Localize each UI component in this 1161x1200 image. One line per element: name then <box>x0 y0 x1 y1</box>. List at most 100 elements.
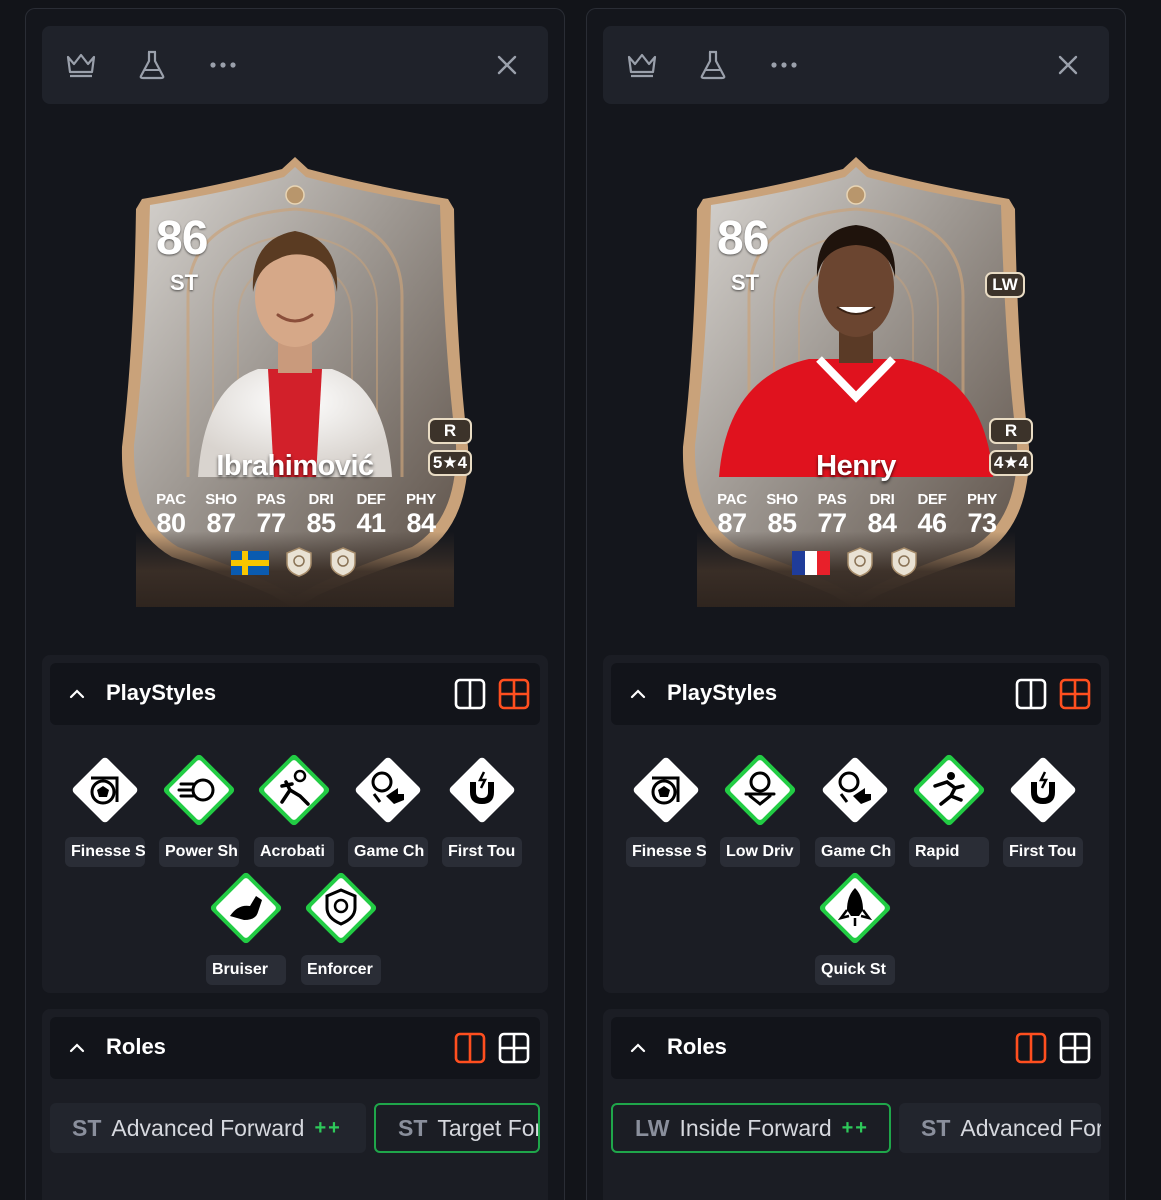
overall-rating: 86 <box>156 212 208 265</box>
acrobatic-icon <box>258 754 330 826</box>
playstyles-section: PlayStyles Finesse S Power Sh Acrobati G… <box>42 655 548 993</box>
stat-pac: PAC 80 <box>148 491 194 538</box>
stat-value: 77 <box>256 508 286 538</box>
role-position: ST <box>72 1114 102 1141</box>
stat-dri: DRI 84 <box>859 491 905 538</box>
stat-label: DEF <box>356 491 386 508</box>
playstyle-first-touch[interactable]: First Tou <box>442 752 522 867</box>
overall-rating: 86 <box>717 212 769 265</box>
role-position: LW <box>635 1114 670 1141</box>
role-name: Advanced Forward <box>111 1114 305 1141</box>
playstyle-label: Rapid <box>909 837 989 867</box>
enforcer-icon <box>305 872 377 944</box>
playstyle-finesse-shot[interactable]: Finesse S <box>626 752 706 867</box>
playstyle-enforcer[interactable]: Enforcer <box>301 870 381 985</box>
grid-view-icon[interactable] <box>497 677 531 711</box>
stat-label: PAC <box>717 491 747 508</box>
chevron-up-icon[interactable] <box>68 685 86 703</box>
stat-sho: SHO 85 <box>759 491 805 538</box>
stat-value: 87 <box>206 508 236 538</box>
playstyle-game-changer[interactable]: Game Ch <box>348 752 428 867</box>
playstyle-first-touch[interactable]: First Tou <box>1003 752 1083 867</box>
role-position: ST <box>921 1114 951 1141</box>
flask-icon[interactable] <box>696 48 730 82</box>
power-shot-icon <box>163 754 235 826</box>
roles-header[interactable]: Roles <box>50 1017 540 1079</box>
stat-label: PAS <box>817 491 847 508</box>
playstyle-label: Bruiser <box>206 955 286 985</box>
stat-label: PHY <box>406 491 436 508</box>
stat-pas: PAS 77 <box>809 491 855 538</box>
role-chip[interactable]: ST Advanced For <box>899 1103 1101 1153</box>
stat-pas: PAS 77 <box>248 491 294 538</box>
flask-icon[interactable] <box>135 48 169 82</box>
playstyle-finesse-shot[interactable]: Finesse S <box>65 752 145 867</box>
first-touch-icon <box>1010 757 1076 823</box>
stat-phy: PHY 84 <box>398 491 444 538</box>
roles-header[interactable]: Roles <box>611 1017 1101 1079</box>
rapid-icon <box>913 754 985 826</box>
player-card[interactable]: 86 ST R 5★4 Ibrahimović PAC 80 SHO 87 PAS 7… <box>118 147 472 607</box>
role-chip[interactable]: ST Advanced Forward ++ <box>50 1103 366 1153</box>
playstyle-low-driven-shot[interactable]: Low Driv <box>720 752 800 867</box>
playstyles-section: PlayStyles Finesse S Low Driv Game Ch Ra… <box>603 655 1109 993</box>
role-plus-indicator: ++ <box>841 1116 869 1139</box>
playstyle-quick-step[interactable]: Quick St <box>815 870 895 985</box>
stat-value: 46 <box>917 508 947 538</box>
stat-phy: PHY 73 <box>959 491 1005 538</box>
grid-view-icon[interactable] <box>497 1031 531 1065</box>
alt-position-badge: LW <box>985 272 1025 298</box>
playstyle-label: Finesse S <box>65 837 145 867</box>
quick-step-icon <box>819 872 891 944</box>
role-chip-selected[interactable]: ST Target For <box>374 1103 540 1153</box>
finesse-shot-icon <box>633 757 699 823</box>
stat-label: DRI <box>308 491 334 508</box>
stat-label: DRI <box>869 491 895 508</box>
two-column-view-icon[interactable] <box>453 677 487 711</box>
role-chip-selected[interactable]: LW Inside Forward ++ <box>611 1103 891 1153</box>
panel-toolbar <box>42 26 548 104</box>
stat-label: SHO <box>205 491 237 508</box>
playstyle-acrobatic[interactable]: Acrobati <box>254 752 334 867</box>
player-panel: 86 ST LW R 4★4 Henry PAC 87 SHO 85 PAS 77 D… <box>586 8 1126 1200</box>
grid-view-icon[interactable] <box>1058 1031 1092 1065</box>
section-title: PlayStyles <box>106 680 217 705</box>
two-column-view-icon[interactable] <box>453 1031 487 1065</box>
player-name: Henry <box>816 450 896 482</box>
stat-value: 84 <box>406 508 436 538</box>
close-icon[interactable] <box>490 48 524 82</box>
chevron-up-icon[interactable] <box>68 1039 86 1057</box>
more-options-icon[interactable] <box>767 48 801 82</box>
player-position: ST <box>731 270 760 295</box>
playstyle-rapid[interactable]: Rapid <box>909 752 989 867</box>
league-emblem-icon <box>847 547 873 577</box>
player-card[interactable]: 86 ST LW R 4★4 Henry PAC 87 SHO 85 PAS 77 D… <box>679 147 1033 607</box>
stat-value: 85 <box>306 508 336 538</box>
club-emblem-icon <box>891 547 917 577</box>
preferred-foot-badge: R <box>989 418 1033 444</box>
stat-value: 77 <box>817 508 847 538</box>
stat-label: PHY <box>967 491 997 508</box>
grid-view-icon[interactable] <box>1058 677 1092 711</box>
stat-def: DEF 41 <box>348 491 394 538</box>
playstyle-label: Game Ch <box>348 837 428 867</box>
crown-icon[interactable] <box>625 48 659 82</box>
role-position: ST <box>398 1114 428 1141</box>
playstyle-power-shot[interactable]: Power Sh <box>159 752 239 867</box>
two-column-view-icon[interactable] <box>1014 677 1048 711</box>
crown-icon[interactable] <box>64 48 98 82</box>
playstyles-header[interactable]: PlayStyles <box>50 663 540 725</box>
more-options-icon[interactable] <box>206 48 240 82</box>
stat-row: PAC 87 SHO 85 PAS 77 DRI 84 DEF 46 PHY 73 <box>709 491 1005 538</box>
playstyle-game-changer[interactable]: Game Ch <box>815 752 895 867</box>
two-column-view-icon[interactable] <box>1014 1031 1048 1065</box>
stat-dri: DRI 85 <box>298 491 344 538</box>
playstyle-bruiser[interactable]: Bruiser <box>206 870 286 985</box>
playstyles-header[interactable]: PlayStyles <box>611 663 1101 725</box>
france-flag-icon <box>792 551 830 575</box>
close-icon[interactable] <box>1051 48 1085 82</box>
chevron-up-icon[interactable] <box>629 685 647 703</box>
low-driven-shot-icon <box>724 754 796 826</box>
sweden-flag-icon <box>231 551 269 575</box>
chevron-up-icon[interactable] <box>629 1039 647 1057</box>
